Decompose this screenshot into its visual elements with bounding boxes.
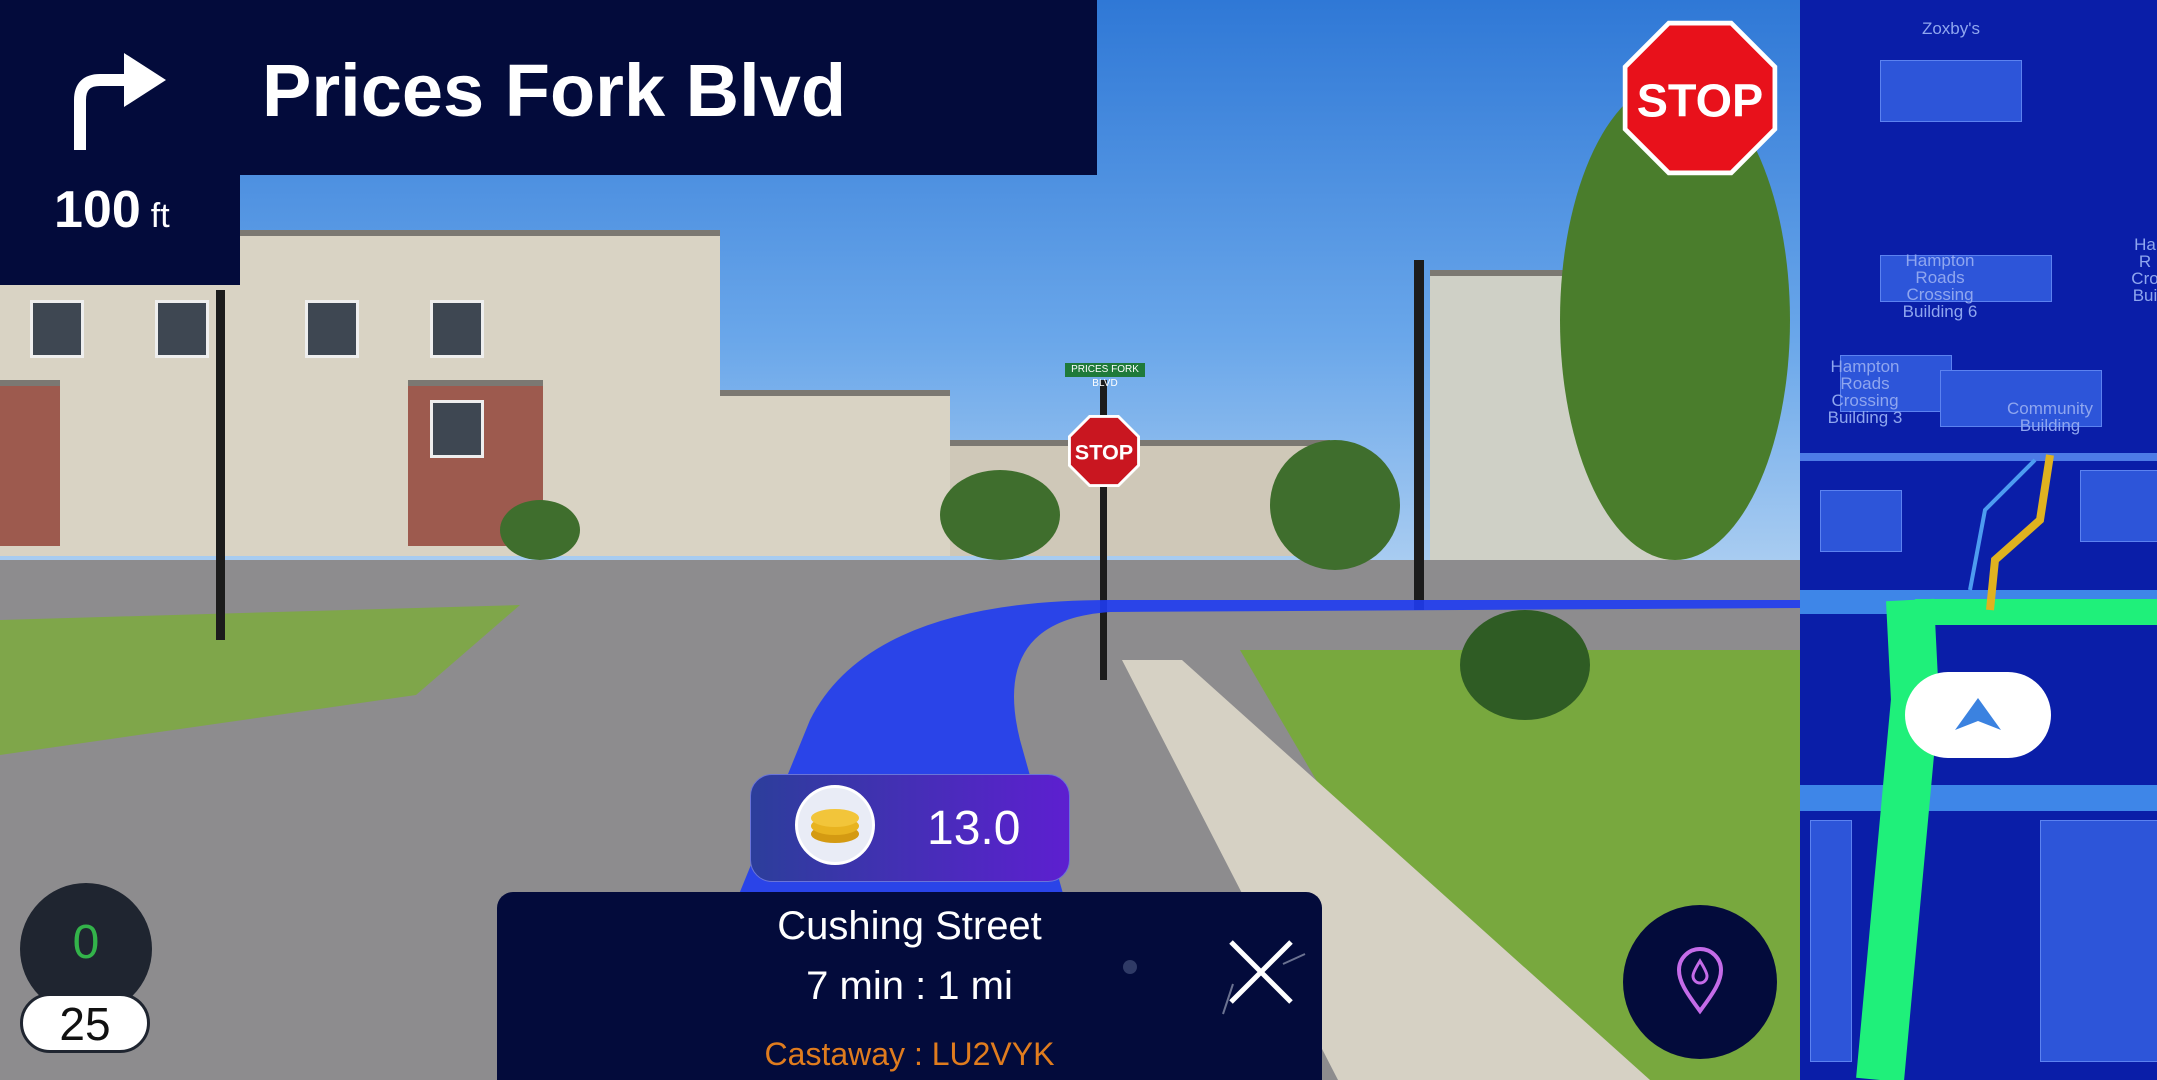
lamp-post [1414,260,1424,610]
trip-eta: 7 min : 1 mi [806,964,1013,1008]
stop-sign-small-label: STOP [1075,440,1133,465]
reward-badge[interactable]: 13.0 [750,774,1070,882]
tree [940,470,1060,560]
tree [500,500,580,560]
reward-value: 13.0 [927,802,1021,855]
current-position-marker [1905,672,2051,758]
navigation-arrow-icon [1955,698,2001,730]
stop-sign-small: STOP [1068,415,1140,487]
location-pin-icon [1676,947,1724,1015]
apartment-building-mid [720,390,950,556]
window [430,400,484,458]
brick-facade [0,380,60,546]
turn-right-arrow-icon [74,53,166,150]
stop-sign-alert-icon: STOP [1622,20,1778,176]
speed-limit-badge: 25 [20,993,150,1053]
lamp-post [216,290,225,640]
coins-icon [795,785,875,865]
current-speed: 0 [72,916,100,969]
maneuver-distance: 100 ft [54,180,170,240]
window [155,300,209,358]
stop-alert-label: STOP [1637,75,1764,127]
street-sign: PRICES FORK BLVD [1065,363,1145,389]
window [430,300,484,358]
trip-panel: Cushing Street 7 min : 1 mi Castaway : L… [497,892,1322,1080]
location-pin-button[interactable] [1623,905,1777,1059]
minimap[interactable]: Zoxby's Hampton Roads Crossing Building … [1800,0,2157,1080]
distance-unit: ft [150,197,170,235]
map-route-line [1856,454,2157,1080]
player-tag: Castaway : LU2VYK [764,1036,1055,1072]
indicator-dot [1123,960,1137,974]
distance-value: 100 [54,181,141,239]
window [305,300,359,358]
next-street-name: Prices Fork Blvd [262,49,847,132]
tree [1270,440,1400,570]
close-navigation-button[interactable] [1213,924,1309,1020]
window [30,300,84,358]
destination-name: Cushing Street [777,904,1042,948]
